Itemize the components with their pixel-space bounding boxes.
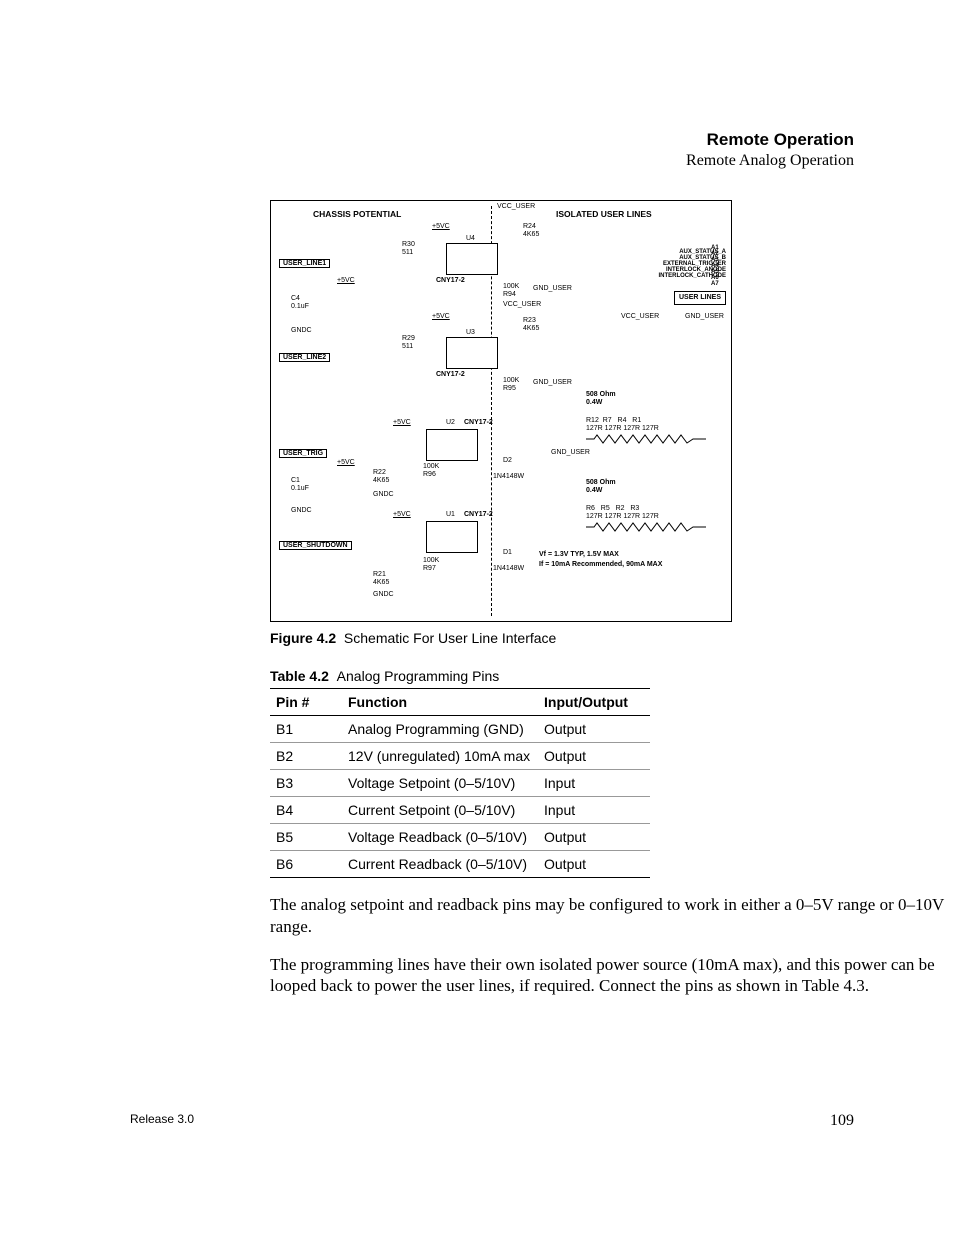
table-row: B6 Current Readback (0–5/10V) Output (270, 851, 650, 878)
table-header-row: Pin # Function Input/Output (270, 689, 650, 716)
page-header: Remote Operation Remote Analog Operation (130, 130, 854, 170)
paragraph-2: The programming lines have their own iso… (270, 954, 954, 998)
col-pin: Pin # (270, 689, 342, 716)
col-function: Function (342, 689, 538, 716)
analog-programming-pins-table: Pin # Function Input/Output B1 Analog Pr… (270, 688, 650, 878)
table-row: B4 Current Setpoint (0–5/10V) Input (270, 797, 650, 824)
table-row: B1 Analog Programming (GND) Output (270, 716, 650, 743)
table-row: B5 Voltage Readback (0–5/10V) Output (270, 824, 650, 851)
figure-caption: Figure 4.2 Schematic For User Line Inter… (270, 630, 854, 646)
footer-release: Release 3.0 (130, 1112, 194, 1126)
header-subtitle: Remote Analog Operation (130, 152, 854, 170)
table-caption: Table 4.2 Analog Programming Pins (270, 668, 854, 684)
header-title: Remote Operation (130, 130, 854, 150)
col-io: Input/Output (538, 689, 650, 716)
footer-page-number: 109 (830, 1112, 854, 1130)
label-vcc-user: VCC_USER (497, 203, 535, 210)
label-isolated-user-lines: ISOLATED USER LINES (556, 209, 652, 219)
schematic-figure: CHASSIS POTENTIAL ISOLATED USER LINES VC… (270, 200, 732, 622)
label-chassis-potential: CHASSIS POTENTIAL (313, 209, 401, 219)
table-row: B2 12V (unregulated) 10mA max Output (270, 743, 650, 770)
page-footer: Release 3.0 109 (130, 1112, 854, 1130)
table-row: B3 Voltage Setpoint (0–5/10V) Input (270, 770, 650, 797)
paragraph-1: The analog setpoint and readback pins ma… (270, 894, 954, 938)
